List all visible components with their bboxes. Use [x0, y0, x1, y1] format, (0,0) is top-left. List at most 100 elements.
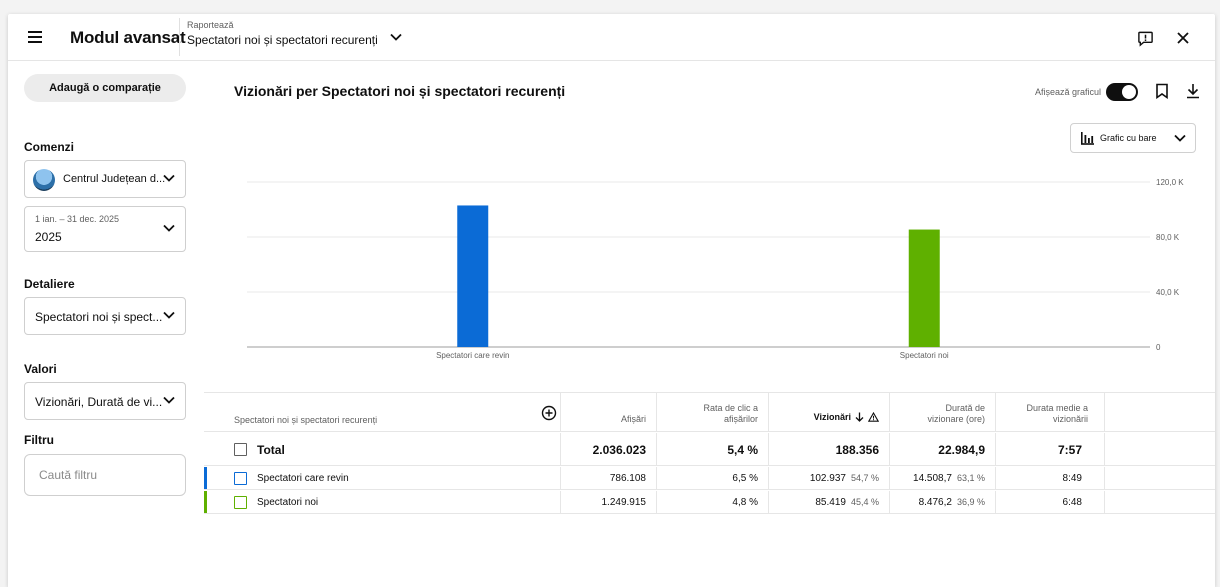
- row-views-value: 102.937: [809, 473, 846, 484]
- row-impressions-cell: 1.249.915: [560, 491, 656, 513]
- row-checkbox[interactable]: [234, 496, 247, 509]
- y-tick-label: 0: [1156, 343, 1161, 352]
- views-header: Vizionări: [814, 412, 879, 422]
- values-value: Vizionări, Durată de vi...: [35, 395, 163, 409]
- avg-duration-header-cell[interactable]: Durata medie a vizionării: [995, 393, 1104, 431]
- sort-descending-icon: [855, 412, 864, 422]
- total-impressions-cell: 2.036.023: [560, 433, 656, 465]
- row-watch-time-pct: 36,9 %: [956, 497, 985, 507]
- row-views: 102.937 54,7 %: [810, 473, 879, 484]
- breakdown-value: Spectatori noi și spect...: [35, 310, 163, 324]
- bar: [457, 205, 489, 347]
- total-impressions: 2.036.023: [592, 443, 646, 457]
- total-views: 188.356: [835, 443, 879, 457]
- row-views-cell: 102.937 54,7 %: [768, 467, 889, 489]
- row-avg-duration: 6:48: [1062, 497, 1082, 508]
- chevron-down-icon: [163, 311, 175, 319]
- row-avg-duration-cell: 8:49: [995, 467, 1104, 489]
- chevron-down-icon: [163, 396, 175, 404]
- app-title: Modul avansat: [70, 28, 186, 47]
- filter-search-input[interactable]: Caută filtru: [24, 454, 186, 496]
- values-label: Valori: [24, 362, 57, 376]
- commands-label: Comenzi: [24, 140, 75, 154]
- dimension-header-cell: Spectatori noi și spectatori recurenți: [204, 393, 560, 431]
- impressions-header-cell[interactable]: Afișări: [560, 393, 656, 431]
- y-tick-label: 80,0 K: [1156, 233, 1180, 242]
- chevron-down-icon: [390, 33, 402, 41]
- values-dropdown[interactable]: Vizionări, Durată de vi...: [24, 382, 186, 420]
- close-icon[interactable]: [1175, 30, 1191, 46]
- total-ctr: 5,4 %: [727, 443, 758, 457]
- watch-time-header-cell[interactable]: Durată de vizionare (ore): [889, 393, 995, 431]
- total-views-cell: 188.356: [768, 433, 889, 465]
- table-header-row: Spectatori noi și spectatori recurenți A…: [204, 392, 1215, 432]
- menu-icon[interactable]: [26, 27, 46, 47]
- ctr-header-line2: afișărilor: [723, 414, 758, 424]
- x-category-label: Spectatori noi: [900, 351, 949, 360]
- avg-duration-header-line2: vizionării: [1052, 414, 1088, 424]
- row-views: 85.419 45,4 %: [815, 497, 879, 508]
- ctr-header-line1: Rata de clic a: [703, 403, 758, 413]
- date-range-label: 1 ian. – 31 dec. 2025: [35, 214, 120, 224]
- views-header-label: Vizionări: [813, 412, 851, 422]
- top-header: Modul avansat Raportează Spectatori noi …: [8, 14, 1215, 61]
- row-checkbox[interactable]: [234, 472, 247, 485]
- spacer-cell: [1104, 491, 1215, 513]
- row-impressions: 786.108: [609, 473, 646, 484]
- watch-time-header-line2: vizionare (ore): [927, 414, 985, 424]
- row-watch-time-cell: 8.476,2 36,9 %: [889, 491, 995, 513]
- avg-duration-header: Durata medie a vizionării: [1026, 403, 1088, 425]
- breakdown-label: Detaliere: [24, 277, 75, 291]
- watch-time-header-line1: Durată de: [945, 403, 985, 413]
- main-panel: Vizionări per Spectatori noi și spectato…: [204, 61, 1215, 587]
- row-watch-time-pct: 63,1 %: [956, 473, 985, 483]
- views-header-cell[interactable]: Vizionări: [768, 393, 889, 431]
- row-watch-time: 14.508,7 63,1 %: [913, 473, 985, 484]
- date-range-dropdown[interactable]: 1 ian. – 31 dec. 2025 2025: [24, 206, 186, 252]
- row-watch-time: 8.476,2 36,9 %: [919, 497, 985, 508]
- spacer-cell: [1104, 467, 1215, 489]
- total-watch-time: 22.984,9: [938, 443, 985, 457]
- spacer-cell: [1104, 433, 1215, 465]
- total-label-cell: Total: [204, 433, 560, 465]
- ctr-header: Rata de clic a afișărilor: [703, 403, 758, 425]
- channel-name: Centrul Județean d...: [63, 173, 166, 185]
- total-avg-duration: 7:57: [1057, 443, 1082, 457]
- row-views-cell: 85.419 45,4 %: [768, 491, 889, 513]
- add-comparison-button[interactable]: Adaugă o comparație: [24, 74, 186, 102]
- x-category-label: Spectatori care revin: [436, 351, 509, 360]
- bar-chart: 0 40,0 K 80,0 K 120,0 K Spectatori care revi…: [247, 178, 1184, 360]
- watch-time-header: Durată de vizionare (ore): [927, 403, 985, 425]
- row-ctr-cell: 4,8 %: [656, 491, 768, 513]
- warning-icon: [868, 412, 879, 422]
- header-divider: [179, 18, 180, 56]
- bar: [908, 229, 940, 347]
- report-selector[interactable]: Raportează Spectatori noi și spectatori …: [187, 20, 402, 56]
- spacer-cell: [1104, 393, 1215, 431]
- chevron-down-icon: [163, 224, 175, 232]
- advanced-mode-window: Modul avansat Raportează Spectatori noi …: [8, 14, 1215, 587]
- report-kicker: Raportează: [187, 20, 234, 30]
- dimension-header: Spectatori noi și spectatori recurenți: [234, 415, 378, 425]
- avg-duration-header-line1: Durata medie a: [1026, 403, 1088, 413]
- date-range-value: 2025: [35, 230, 62, 244]
- row-impressions-cell: 786.108: [560, 467, 656, 489]
- row-avg-duration-cell: 6:48: [995, 491, 1104, 513]
- row-impressions: 1.249.915: [601, 497, 647, 508]
- total-checkbox[interactable]: [234, 443, 247, 456]
- filter-label: Filtru: [24, 433, 54, 447]
- breakdown-dropdown[interactable]: Spectatori noi și spect...: [24, 297, 186, 335]
- ctr-header-cell[interactable]: Rata de clic a afișărilor: [656, 393, 768, 431]
- row-label: Spectatori care revin: [257, 473, 349, 484]
- channel-dropdown[interactable]: Centrul Județean d...: [24, 160, 186, 198]
- channel-avatar: [33, 169, 55, 191]
- total-label: Total: [257, 443, 285, 457]
- row-label: Spectatori noi: [257, 497, 319, 508]
- row-watch-time-value: 14.508,7: [913, 473, 952, 484]
- total-watch-time-cell: 22.984,9: [889, 433, 995, 465]
- y-tick-label: 40,0 K: [1156, 288, 1180, 297]
- add-metric-icon[interactable]: [541, 405, 557, 421]
- left-sidebar: Adaugă o comparație Comenzi Centrul Jude…: [8, 61, 204, 587]
- feedback-icon[interactable]: [1137, 30, 1154, 47]
- row-label-cell: Spectatori noi: [204, 491, 560, 513]
